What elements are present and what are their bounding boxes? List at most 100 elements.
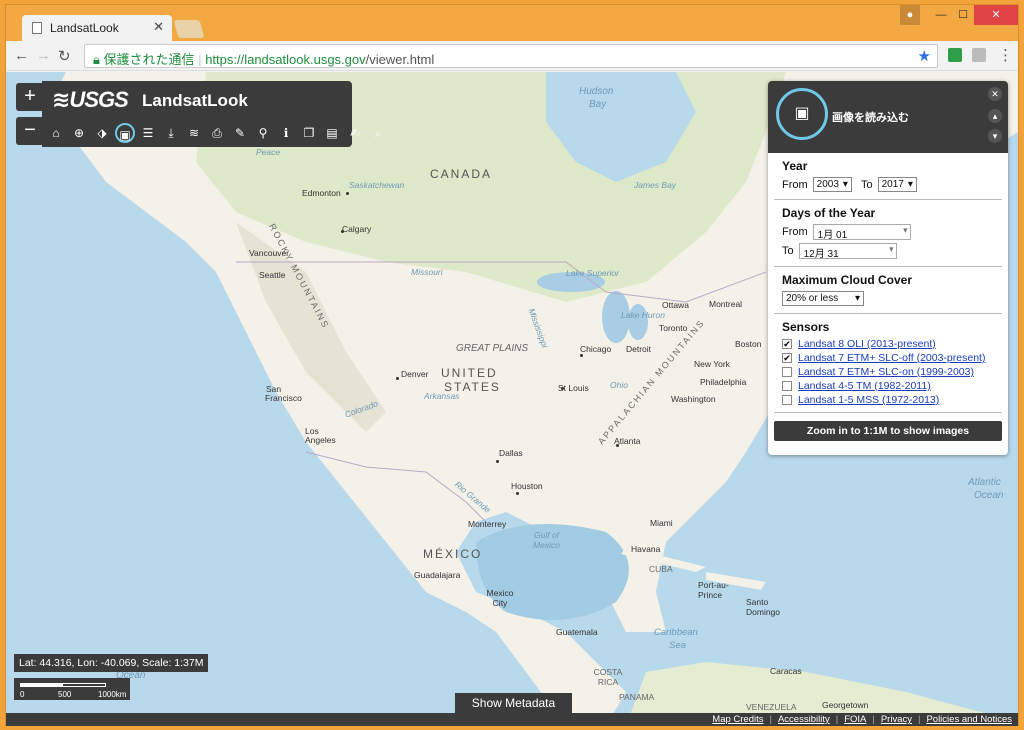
chevron-up-icon[interactable]: ▴ — [988, 109, 1002, 123]
city-caracas: Caracas — [770, 666, 802, 676]
days-from-input[interactable]: 1月 01 — [812, 224, 911, 241]
sensor-item[interactable]: Landsat 7 ETM+ SLC-on (1999-2003) — [782, 366, 994, 378]
sensors-label: Sensors — [782, 320, 830, 334]
info-icon[interactable]: ℹ — [276, 123, 296, 143]
show-metadata-button[interactable]: Show Metadata — [455, 693, 572, 714]
label-arkansas: Arkansas — [424, 391, 460, 401]
cloud-cover-select[interactable]: 20% or less ▾ — [782, 291, 864, 306]
footer-link-accessibility[interactable]: Accessibility — [778, 713, 830, 726]
label-missouri: Missouri — [411, 267, 443, 277]
city-mexico-city: Mexico City — [486, 588, 514, 608]
year-label: Year — [782, 159, 808, 173]
coordinates-readout: Lat: 44.316, Lon: -40.069, Scale: 1:37M — [14, 654, 209, 672]
country-costa-rica: COSTA RICA — [593, 667, 623, 687]
city-st-louis: St Louis — [558, 383, 589, 393]
close-icon[interactable]: ✕ — [988, 87, 1002, 101]
forward-icon[interactable]: → — [36, 47, 51, 64]
year-to-label: To — [860, 178, 873, 191]
dropbox-icon[interactable] — [972, 48, 986, 62]
profile-icon[interactable]: ● — [900, 5, 920, 25]
sensor-link[interactable]: Landsat 8 OLI (2013-present) — [798, 338, 936, 350]
load-images-panel: ▣ 画像を読み込む ✕ ▴ ▾ Year From 2003 ▾ To 2017 ▾… — [768, 81, 1008, 455]
checkbox[interactable]: ✔ — [782, 339, 792, 349]
label-james-bay: James Bay — [634, 180, 677, 190]
label-sea: Sea — [669, 640, 686, 651]
year-to-select[interactable]: 2017 ▾ — [877, 177, 917, 192]
footer-link-policies[interactable]: Policies and Notices — [926, 713, 1012, 726]
label-mexico: MÉXICO — [423, 547, 483, 561]
menu-icon[interactable]: ⋮ — [998, 46, 1013, 64]
footer-link-map-credits[interactable]: Map Credits — [712, 713, 763, 726]
label-gulf-mexico: Mexico — [533, 540, 560, 550]
sensor-item[interactable]: ✔ Landsat 7 ETM+ SLC-off (2003-present) — [782, 352, 994, 364]
home-icon[interactable]: ⌂ — [46, 123, 66, 143]
load-images-icon[interactable]: ▣ — [115, 123, 135, 143]
zoom-in-button[interactable]: + — [16, 83, 44, 111]
label-saskatchewan: Saskatchewan — [349, 180, 405, 190]
city-houston: Houston — [511, 481, 543, 491]
days-to-input[interactable]: 12月 31 — [798, 243, 897, 260]
days-label: Days of the Year — [782, 206, 876, 220]
browser-tab[interactable]: LandsatLook ✕ — [22, 15, 172, 41]
label-ohio: Ohio — [610, 380, 628, 390]
settings-sliders-icon[interactable]: ☰ — [138, 123, 158, 143]
label-canada: CANADA — [430, 167, 493, 181]
extension-icon[interactable] — [948, 48, 962, 62]
edit-icon[interactable]: ✍ — [345, 123, 365, 143]
maximize-button[interactable]: ☐ — [952, 5, 974, 25]
footer: Map Credits | Accessibility | FOIA | Privac… — [6, 713, 1018, 726]
footer-link-foia[interactable]: FOIA — [844, 713, 866, 726]
sensors-section: Sensors ✔ Landsat 8 OLI (2013-present) ✔ L… — [774, 314, 1002, 413]
book-icon[interactable]: ▤ — [322, 123, 342, 143]
sensor-link[interactable]: Landsat 7 ETM+ SLC-on (1999-2003) — [798, 366, 974, 378]
map-canvas[interactable]: CANADA UNITED STATES MÉXICO GREAT PLAINS… — [6, 72, 1018, 726]
sensor-item[interactable]: Landsat 1-5 MSS (1972-2013) — [782, 394, 994, 406]
checkbox[interactable] — [782, 395, 792, 405]
download-icon[interactable]: ⤓ — [161, 123, 181, 143]
days-from-label: From — [782, 226, 808, 238]
tab-close-icon[interactable]: ✕ — [153, 19, 164, 35]
sensor-link[interactable]: Landsat 7 ETM+ SLC-off (2003-present) — [798, 352, 985, 364]
close-window-button[interactable]: ✕ — [974, 5, 1018, 25]
checkbox[interactable] — [782, 381, 792, 391]
city-montreal: Montreal — [709, 299, 743, 309]
new-tab-button[interactable] — [173, 20, 205, 38]
city-havana: Havana — [631, 544, 661, 554]
sensor-item[interactable]: ✔ Landsat 8 OLI (2013-present) — [782, 338, 994, 350]
locate-icon[interactable]: ⊕ — [69, 123, 89, 143]
page-icon — [32, 22, 42, 34]
city-chicago: Chicago — [580, 344, 612, 354]
days-section: Days of the Year From 1月 01 To 12月 31 — [774, 200, 1002, 267]
back-icon[interactable]: ← — [14, 47, 29, 64]
identify-icon[interactable]: ⚲ — [253, 123, 273, 143]
tag-icon[interactable]: ⬗ — [92, 123, 112, 143]
reload-icon[interactable]: ↻ — [58, 47, 71, 65]
bookmarks-icon[interactable]: ❐ — [299, 123, 319, 143]
minimize-button[interactable]: — — [930, 5, 952, 25]
draw-icon[interactable]: ✎ — [230, 123, 250, 143]
chevron-down-icon[interactable]: ▾ — [988, 129, 1002, 143]
bookmark-star-icon[interactable]: ★ — [918, 47, 931, 65]
scale-bar: 0 500 1000km — [14, 678, 130, 700]
cloud-section: Maximum Cloud Cover 20% or less ▾ — [774, 267, 1002, 314]
checkbox[interactable] — [782, 367, 792, 377]
city-dallas: Dallas — [499, 448, 523, 458]
address-bar[interactable]: 🔒︎ 保護された通信 | https://landsatlook.usgs.go… — [84, 44, 938, 68]
search-icon[interactable]: ⌕ — [368, 123, 388, 143]
load-images-icon: ▣ — [776, 88, 828, 140]
sensor-link[interactable]: Landsat 1-5 MSS (1972-2013) — [798, 394, 939, 406]
label-great-plains: GREAT PLAINS — [456, 343, 529, 354]
city-georgetown: Georgetown — [822, 700, 869, 710]
scale-bar-graphic — [20, 683, 106, 687]
footer-link-privacy[interactable]: Privacy — [881, 713, 912, 726]
zoom-out-button[interactable]: − — [16, 117, 44, 145]
city-toronto: Toronto — [659, 323, 688, 333]
sensor-item[interactable]: Landsat 4-5 TM (1982-2011) — [782, 380, 994, 392]
sensor-link[interactable]: Landsat 4-5 TM (1982-2011) — [798, 380, 931, 392]
print-icon[interactable]: ⎙ — [207, 123, 227, 143]
zoom-to-show-images-button[interactable]: Zoom in to 1:1M to show images — [774, 421, 1002, 441]
year-from-select[interactable]: 2003 ▾ — [812, 177, 852, 192]
checkbox[interactable]: ✔ — [782, 353, 792, 363]
layers-icon[interactable]: ≋ — [184, 123, 204, 143]
city-guatemala: Guatemala — [556, 627, 598, 637]
